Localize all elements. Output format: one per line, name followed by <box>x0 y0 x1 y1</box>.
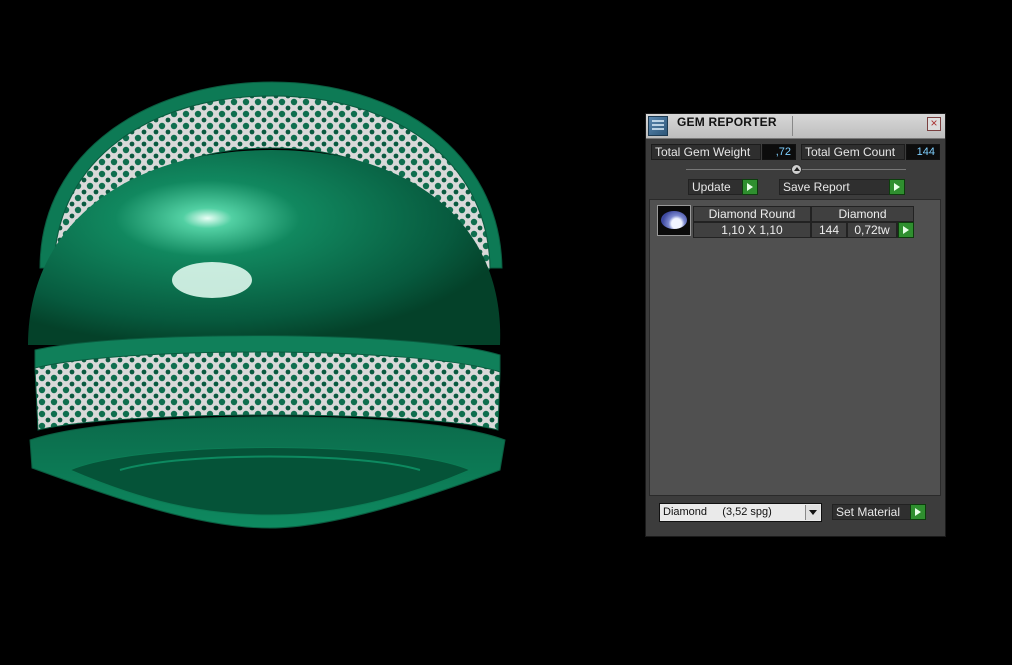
gem-shape-header: Diamond Round <box>693 206 811 222</box>
update-label: Update <box>692 180 731 194</box>
total-gem-count-value: 144 <box>906 144 940 160</box>
gem-weight-cell: 0,72tw <box>847 222 897 238</box>
title-bar[interactable]: GEM REPORTER × <box>646 114 945 139</box>
play-arrow-icon <box>742 179 758 195</box>
set-material-button[interactable]: Set Material <box>832 504 926 520</box>
diamond-gem-icon <box>657 205 691 236</box>
close-button[interactable]: × <box>927 117 941 131</box>
gem-reporter-app-icon <box>648 116 668 136</box>
save-report-button[interactable]: Save Report <box>779 179 905 195</box>
gem-row-action-button[interactable] <box>897 222 914 238</box>
gem-count-cell: 144 <box>811 222 847 238</box>
gem-size-cell: 1,10 X 1,10 <box>693 222 811 238</box>
total-gem-count-label: Total Gem Count <box>801 144 905 160</box>
title-divider <box>792 116 793 136</box>
total-gem-weight-value: ,72 <box>762 144 796 160</box>
total-gem-weight-label: Total Gem Weight <box>651 144 761 160</box>
play-arrow-icon <box>898 222 914 238</box>
material-select[interactable]: Diamond (3,52 spg) <box>659 503 822 522</box>
play-arrow-icon <box>910 504 926 520</box>
window-title: GEM REPORTER <box>677 115 777 129</box>
save-report-label: Save Report <box>783 180 850 194</box>
gem-material-header: Diamond <box>811 206 914 222</box>
gem-list[interactable]: Diamond Round Diamond 1,10 X 1,10 144 0,… <box>649 199 941 496</box>
collapse-up-icon[interactable] <box>791 164 802 175</box>
ring-model <box>28 81 506 529</box>
viewport-3d[interactable] <box>0 0 640 660</box>
chevron-down-icon[interactable] <box>805 505 820 520</box>
update-button[interactable]: Update <box>688 179 758 195</box>
play-arrow-icon <box>889 179 905 195</box>
gem-reporter-panel: GEM REPORTER × Total Gem Weight ,72 Tota… <box>645 113 946 537</box>
material-select-value: Diamond (3,52 spg) <box>663 506 772 518</box>
set-material-label: Set Material <box>836 505 901 519</box>
